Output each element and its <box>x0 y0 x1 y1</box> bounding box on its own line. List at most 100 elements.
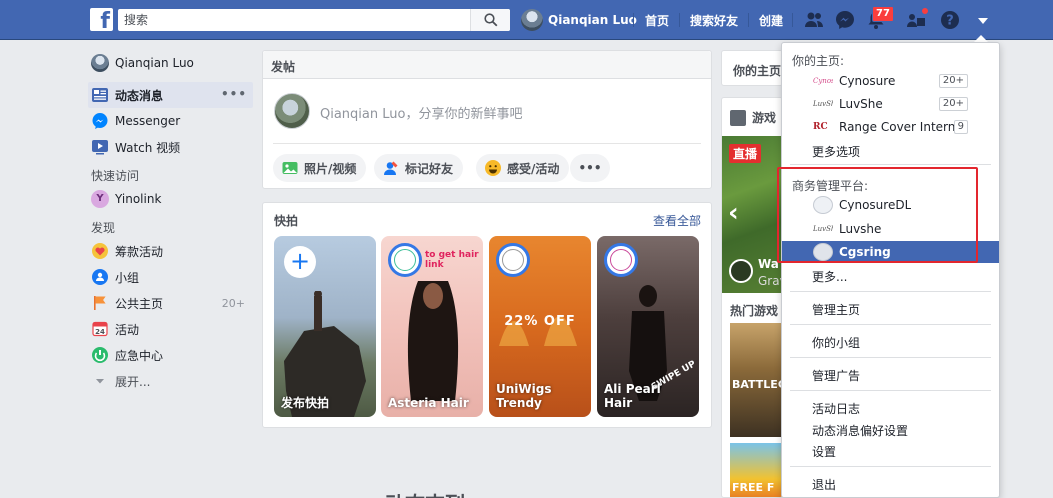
see-all-stories-link[interactable]: 查看全部 <box>653 212 701 229</box>
nav-find-friends-link[interactable]: 搜索好友 <box>690 12 738 29</box>
divider <box>790 466 991 467</box>
feeling-activity-button[interactable]: 感受/活动 <box>476 154 570 182</box>
fundraiser-heart-icon <box>92 243 108 259</box>
photo-icon <box>282 162 298 174</box>
dropdown-item-label: LuvShe <box>839 97 883 111</box>
manage-ads-link[interactable]: 管理广告 <box>812 367 860 384</box>
divider <box>748 13 749 27</box>
explore-heading: 发现 <box>91 221 116 235</box>
more-options-button[interactable]: ••• <box>221 87 247 101</box>
svg-text:24: 24 <box>95 328 105 336</box>
story-label: 发布快拍 <box>281 396 330 410</box>
search-button[interactable] <box>470 9 510 31</box>
story-tag: to get hair link <box>425 250 479 270</box>
story-label-line: UniWigs <box>496 382 552 396</box>
sidebar-item-label: 活动 <box>115 322 140 337</box>
divider <box>679 13 680 27</box>
sidebar-item-fundraisers[interactable]: 筹款活动 <box>88 238 253 264</box>
dropdown-page-luvshe[interactable]: LuvShe LuvShe 20+ <box>782 93 999 115</box>
range-cover-logo-icon: RC <box>813 122 828 132</box>
sidebar-item-profile[interactable]: Qianqian Luo <box>88 50 253 76</box>
photo-video-button[interactable]: 照片/视频 <box>273 154 367 182</box>
left-sidebar: Qianqian Luo 动态消息 ••• Messenger Watch 视频… <box>88 50 253 394</box>
sidebar-item-label: Watch 视频 <box>115 140 181 155</box>
dropdown-page-range-cover[interactable]: RC Range Cover Interna... 9 <box>782 116 999 138</box>
your-pages-card: 你的主页 <box>721 50 783 86</box>
divider <box>633 13 634 27</box>
luvshe-logo-icon: LuvShe <box>813 100 833 108</box>
dropdown-item-label: Cynosure <box>839 74 896 88</box>
live-badge: 直播 <box>729 144 762 163</box>
story-label-line: Trendy <box>496 396 542 410</box>
live-stream-preview[interactable]: 直播 ‹ Wa Grav <box>722 136 782 293</box>
sidebar-item-news-feed[interactable]: 动态消息 ••• <box>88 82 253 108</box>
avatar <box>274 93 310 129</box>
sidebar-item-label: 公共主页 <box>115 296 164 311</box>
account-menu-caret-icon[interactable] <box>972 9 994 31</box>
profile-name: Qianqian Luo <box>548 13 637 27</box>
messenger-icon[interactable] <box>834 9 856 31</box>
dropdown-caret <box>974 35 988 42</box>
settings-link[interactable]: 设置 <box>812 443 836 460</box>
divider <box>273 143 701 144</box>
story-card-uniwigs[interactable]: 22% OFF UniWigs Trendy <box>489 236 591 417</box>
sidebar-item-pages[interactable]: 公共主页 20+ <box>88 290 253 316</box>
profile-link[interactable]: Qianqian Luo <box>521 9 637 31</box>
post-composer: 发帖 Qianqian Luo，分享你的新鲜事吧 照片/视频 标记好友 感受/活… <box>262 50 712 189</box>
activity-log-link[interactable]: 活动日志 <box>812 400 860 417</box>
sidebar-item-yinolink[interactable]: Y Yinolink <box>88 186 253 212</box>
story-offer-text: 22% OFF <box>504 314 576 329</box>
create-story-card[interactable]: + 发布快拍 <box>274 236 376 417</box>
friend-requests-icon[interactable] <box>803 9 825 31</box>
tag-friends-button[interactable]: 标记好友 <box>374 154 464 182</box>
more-businesses-link[interactable]: 更多... <box>812 268 847 285</box>
sidebar-expand-link[interactable]: 展开... <box>88 368 253 394</box>
your-groups-link[interactable]: 你的小组 <box>812 334 860 351</box>
divider <box>792 13 793 27</box>
button-label: 感受/活动 <box>507 161 560 176</box>
pages-flag-icon <box>94 296 106 310</box>
sidebar-item-crisis-response[interactable]: 应急中心 <box>88 342 253 368</box>
more-options-link[interactable]: 更多选项 <box>812 143 860 160</box>
composer-input[interactable]: Qianqian Luo，分享你的新鲜事吧 <box>320 103 522 122</box>
dropdown-page-cynosure[interactable]: Cynosure Cynosure 20+ <box>782 70 999 92</box>
notification-count-badge: 77 <box>872 6 894 22</box>
shortcuts-heading: 快速访问 <box>91 169 140 183</box>
logout-link[interactable]: 退出 <box>812 476 836 493</box>
divider <box>790 324 991 325</box>
sidebar-item-watch[interactable]: Watch 视频 <box>88 134 253 160</box>
groups-icon <box>92 269 108 285</box>
help-question-icon[interactable]: ? <box>939 9 961 31</box>
game-thumbnail[interactable]: FREE F <box>730 443 782 497</box>
news-feed-preferences-link[interactable]: 动态消息偏好设置 <box>812 422 908 439</box>
composer-title: 发帖 <box>263 51 711 79</box>
game-title-text: BATTLEGRO <box>732 378 782 391</box>
sidebar-item-events[interactable]: 24 活动 <box>88 316 253 342</box>
story-card-asteria-hair[interactable]: to get hair link Asteria Hair <box>381 236 483 417</box>
stories-card: 快拍 查看全部 + 发布快拍 to get hair link Asteria … <box>262 202 712 428</box>
hot-games-title: 热门游戏 <box>730 304 779 318</box>
sidebar-item-label: 展开... <box>115 374 151 389</box>
carousel-prev-arrow-icon[interactable]: ‹ <box>728 198 739 228</box>
facebook-logo-icon[interactable]: f <box>90 8 113 31</box>
button-label: 照片/视频 <box>304 161 357 176</box>
pages-count: 20+ <box>221 297 245 310</box>
manage-pages-link[interactable]: 管理主页 <box>812 301 860 318</box>
live-subcaption: Grav <box>758 274 782 288</box>
account-dropdown-menu: 你的主页: Cynosure Cynosure 20+ LuvShe LuvSh… <box>781 42 1000 498</box>
divider <box>790 357 991 358</box>
composer-more-button[interactable]: ••• <box>570 154 610 182</box>
story-card-ali-pearl-hair[interactable]: SWIPE UP Ali Pearl Hair <box>597 236 699 417</box>
notification-count: 20+ <box>938 97 968 111</box>
sidebar-item-messenger[interactable]: Messenger <box>88 108 253 134</box>
game-thumbnail[interactable]: BATTLEGRO <box>730 323 782 437</box>
nav-home-link[interactable]: 首页 <box>645 12 669 29</box>
divider <box>790 291 991 292</box>
search-input[interactable] <box>118 9 468 31</box>
sidebar-item-groups[interactable]: 小组 <box>88 264 253 290</box>
nav-create-link[interactable]: 创建 <box>759 12 783 29</box>
sidebar-item-label: Qianqian Luo <box>115 56 194 70</box>
your-pages-title: 你的主页 <box>733 64 782 78</box>
divider <box>790 164 991 165</box>
notification-count: 20+ <box>938 74 968 88</box>
